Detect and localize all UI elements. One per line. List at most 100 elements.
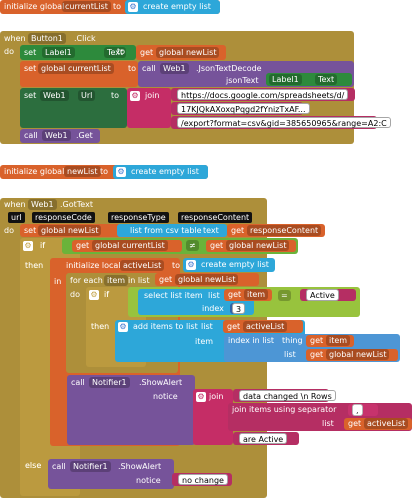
call-label: call	[142, 64, 156, 73]
gear-icon[interactable]: ⚙	[186, 260, 196, 270]
label1-text-getter-block[interactable]: Label1 Text	[266, 73, 352, 86]
gear-icon[interactable]: ⚙	[196, 392, 206, 402]
join-block[interactable]: ⚙ join	[193, 389, 233, 445]
text-active-block[interactable]: Active	[300, 289, 356, 301]
var-name-field[interactable]: currentList	[62, 1, 111, 12]
join-with-separator-block[interactable]: join items using separator list , get ac…	[228, 403, 412, 431]
index-in-list-block[interactable]: index in list thing list get item get gl…	[224, 334, 400, 362]
component-dropdown[interactable]: Web1	[42, 130, 71, 141]
text-separator-block[interactable]: ,	[348, 404, 378, 416]
compare-block[interactable]: get global currentList ≠ get global newL…	[62, 238, 298, 254]
do-label: do	[4, 226, 14, 235]
gear-icon[interactable]: ⚙	[89, 290, 99, 300]
var-dropdown[interactable]: global newList	[156, 47, 220, 58]
property-dropdown[interactable]: Url	[78, 90, 96, 101]
component-dropdown[interactable]: Label1	[42, 47, 75, 58]
var-dropdown[interactable]: global newList	[175, 274, 239, 285]
param-responsecode[interactable]: responseCode	[32, 212, 95, 223]
in-label: in	[54, 277, 62, 286]
component-dropdown[interactable]: Notifier1	[70, 461, 111, 472]
init-global-currentlist-block[interactable]: initialize global currentList to ⚙ creat…	[0, 0, 220, 14]
call-label: call	[52, 462, 66, 471]
var-dropdown[interactable]: global currentList	[92, 240, 168, 251]
text-string-block[interactable]: https://docs.google.com/spreadsheets/d/	[171, 88, 355, 101]
text-value[interactable]: 17KJQkAXoxqPqgd2fYnizTxAF...	[177, 103, 310, 114]
gear-icon[interactable]: ⚙	[128, 2, 138, 12]
text-string-block[interactable]: 17KJQkAXoxqPqgd2fYnizTxAF...	[171, 102, 310, 115]
component-dropdown[interactable]: Label1	[269, 74, 302, 85]
component-dropdown[interactable]: Button1	[28, 33, 66, 44]
operator-dropdown[interactable]: ≠	[186, 240, 199, 251]
get-activelist-block[interactable]: get activeList	[223, 320, 303, 333]
item-var-field[interactable]: item	[104, 275, 129, 286]
get-global-newlist-block[interactable]: get global newList	[306, 349, 398, 361]
text-string-block[interactable]: are Active	[233, 432, 299, 445]
set-web1-url-block[interactable]: set Web1 Url to	[20, 88, 127, 128]
set-label: set	[24, 64, 37, 73]
call-notifier1-showalert-block[interactable]: call Notifier1 .ShowAlert notice	[48, 459, 174, 489]
get-global-newlist-block[interactable]: get global newList	[136, 45, 226, 60]
index-number[interactable]: 3	[232, 303, 246, 314]
get-activelist-block[interactable]: get activeList	[344, 418, 412, 430]
equals-block[interactable]: select list item list index 3 get item =…	[128, 287, 360, 317]
get-item-block[interactable]: get item	[306, 335, 354, 347]
component-dropdown[interactable]: Web1	[40, 90, 69, 101]
then-label: then	[91, 322, 110, 331]
set-global-currentlist-block[interactable]: set global currentList to	[20, 61, 138, 87]
add-items-label: add items to list	[133, 322, 198, 331]
join-block[interactable]: ⚙ join	[127, 88, 171, 128]
create-empty-list-block[interactable]: ⚙ create empty list	[125, 0, 220, 14]
param-url[interactable]: url	[8, 212, 25, 223]
property-dropdown[interactable]: Text	[315, 74, 338, 85]
get-global-currentlist-block[interactable]: get global currentList	[72, 240, 182, 252]
get-global-newlist-block[interactable]: get global newList	[155, 273, 259, 286]
gear-icon[interactable]: ⚙	[130, 91, 140, 101]
text-value[interactable]: /export?format=csv&gid=385650965&range=A…	[177, 117, 391, 128]
create-empty-list-block[interactable]: ⚙ create empty list	[113, 165, 208, 179]
gear-icon[interactable]: ⚙	[23, 241, 33, 251]
var-dropdown[interactable]: global newList	[226, 240, 290, 251]
component-dropdown[interactable]: Web1	[160, 63, 189, 74]
text-string-block[interactable]: no change	[172, 473, 232, 486]
var-dropdown[interactable]: responseContent	[247, 225, 322, 236]
var-dropdown[interactable]: item	[326, 335, 351, 346]
gear-icon[interactable]: ⚙	[118, 322, 128, 332]
component-dropdown[interactable]: Notifier1	[89, 377, 130, 388]
text-string-block[interactable]: data changed \n Rows	[233, 389, 336, 402]
get-item-block[interactable]: get item	[224, 289, 272, 301]
text-value[interactable]: https://docs.google.com/spreadsheets/d/	[177, 89, 349, 100]
var-dropdown[interactable]: activeList	[364, 418, 409, 429]
then-label: then	[25, 261, 44, 270]
param-responsecontent[interactable]: responseContent	[178, 212, 253, 223]
list-from-csv-table-block[interactable]: list from csv table text	[117, 224, 227, 237]
var-dropdown[interactable]: activeList	[243, 321, 288, 332]
call-web1-get-block[interactable]: call Web1 .Get	[20, 129, 100, 143]
set-label: set	[24, 226, 37, 235]
param-responsetype[interactable]: responseType	[108, 212, 169, 223]
text-value[interactable]: data changed \n Rows	[239, 390, 336, 401]
var-name-field[interactable]: newList	[64, 166, 101, 177]
gear-icon[interactable]: ⚙	[116, 167, 126, 177]
text-value[interactable]: are Active	[239, 433, 288, 444]
get-global-newlist-block[interactable]: get global newList	[206, 240, 296, 252]
get-label: get	[140, 48, 154, 57]
var-dropdown[interactable]: global newList	[326, 349, 390, 360]
init-global-newlist-block[interactable]: initialize global newList to ⚙ create em…	[0, 165, 208, 179]
var-dropdown[interactable]: global newList	[38, 225, 102, 236]
event-label: .GotText	[60, 200, 93, 209]
get-responsecontent-block[interactable]: get responseContent	[227, 224, 325, 237]
text-string-block[interactable]: /export?format=csv&gid=385650965&range=A…	[171, 116, 391, 129]
component-dropdown[interactable]: Web1	[28, 199, 57, 210]
set-global-newlist-block[interactable]: set global newList to	[20, 224, 128, 237]
operator-dropdown[interactable]: =	[278, 290, 291, 301]
call-notifier1-showalert-block[interactable]: call Notifier1 .ShowAlert notice	[67, 375, 195, 445]
create-empty-list-block[interactable]: ⚙ create empty list	[183, 258, 275, 272]
var-dropdown[interactable]: global currentList	[38, 63, 114, 74]
text-value[interactable]: no change	[178, 474, 228, 485]
call-web1-jsontextdecode-block[interactable]: call Web1 .JsonTextDecode jsonText Label…	[138, 61, 354, 87]
separator-value[interactable]: ,	[352, 404, 363, 416]
text-value[interactable]: Active	[306, 289, 339, 301]
var-dropdown[interactable]: item	[244, 289, 269, 300]
var-name-field[interactable]: activeList	[120, 260, 165, 271]
create-empty-list-label: create empty list	[131, 167, 199, 176]
